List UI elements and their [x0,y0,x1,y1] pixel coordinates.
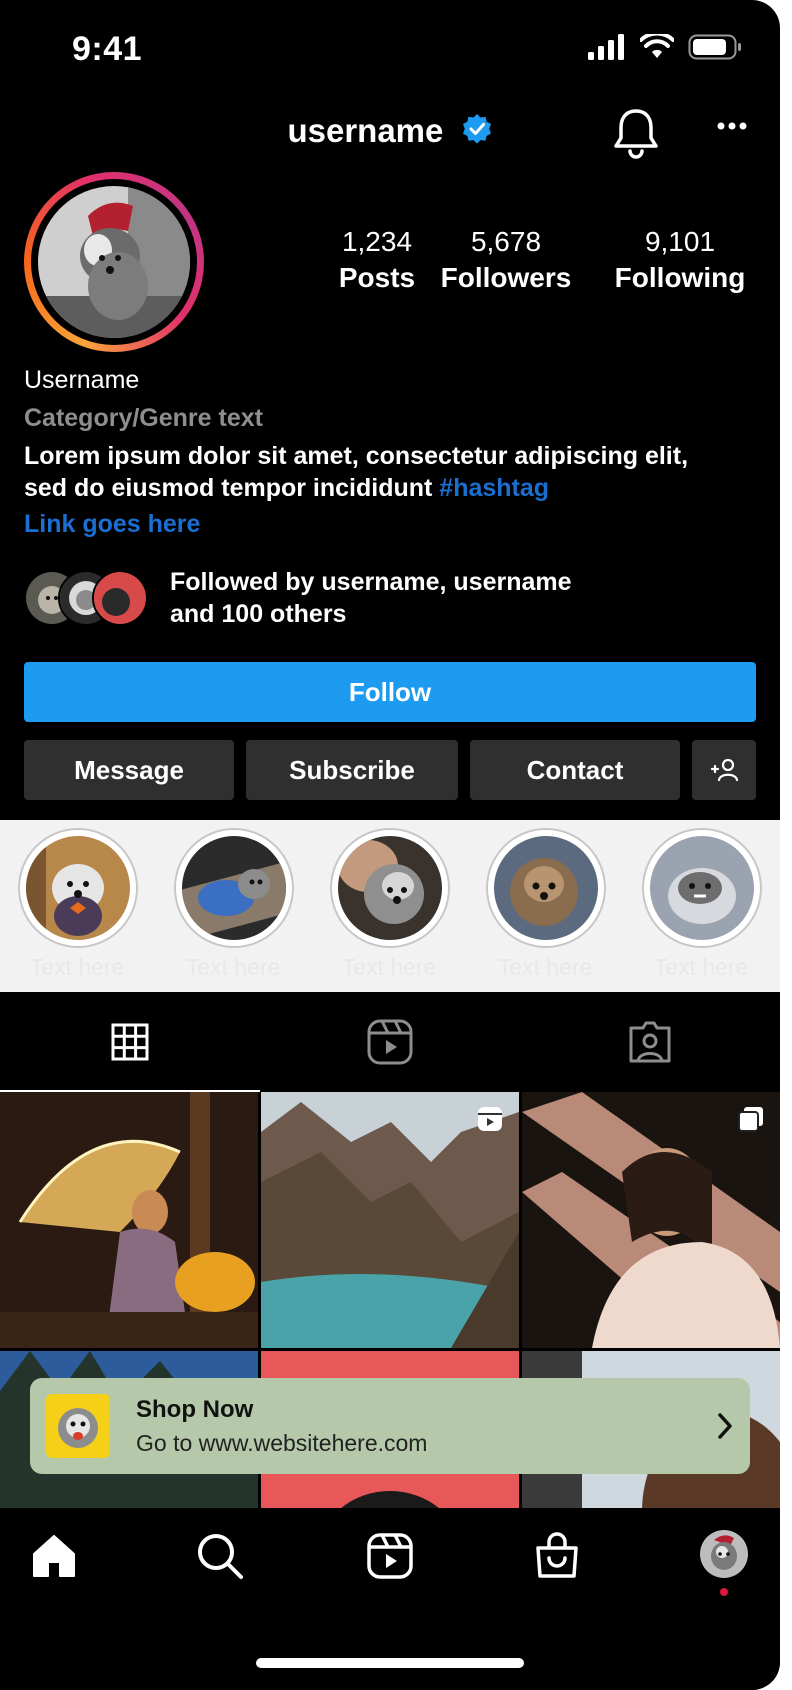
highlight-label: Text here [341,954,437,980]
message-button[interactable]: Message [24,740,234,800]
wifi-icon [640,34,674,58]
highlight-item[interactable]: Text here [330,828,450,981]
status-time: 9:41 [72,30,143,68]
nav-reels[interactable] [366,1532,414,1585]
profile-bio: Lorem ipsum dolor sit amet, consectetur … [24,440,744,504]
profile-avatar [700,1530,748,1578]
followed-by-text: Followed by username, username and 100 o… [170,566,572,630]
profile-avatar [38,186,190,338]
more-options-icon[interactable] [716,118,748,136]
follow-button[interactable]: Follow [24,662,756,722]
highlight-cover [338,836,442,940]
stat-posts[interactable]: 1,234 Posts [312,226,442,294]
profile-name: Username [24,366,140,394]
followed-by-line-2: and 100 others [170,600,347,628]
header-username[interactable]: username [0,112,780,153]
tab-tagged[interactable] [520,992,780,1092]
tagged-icon [629,1021,671,1063]
stat-posts-value: 1,234 [341,226,413,257]
tab-posts-grid[interactable] [0,992,260,1092]
bio-hashtag-link[interactable]: #hashtag [439,474,549,502]
profile-screen: 9:41 username 1,234 Posts 5,678 Follower… [0,0,780,1690]
tab-reels[interactable] [260,992,520,1092]
stat-followers-value: 5,678 [470,226,542,257]
verified-badge-icon [461,113,493,153]
chevron-right-icon [718,1413,732,1439]
nav-shop[interactable] [534,1532,580,1585]
highlight-cover [650,836,754,940]
bio-line-2: sed do eiusmod tempor incididunt #hashta… [24,472,744,504]
stat-following[interactable]: 9,101 Following [610,226,750,294]
highlight-item[interactable]: Text here [18,828,138,981]
reels-icon [367,1019,413,1065]
post-thumbnail[interactable] [0,1092,258,1348]
highlight-label: Text here [185,954,281,980]
carousel-indicator-icon [738,1107,763,1132]
follower-avatar [92,570,148,626]
content-tabs [0,992,780,1092]
followed-by[interactable]: Followed by username, username and 100 o… [24,566,572,630]
story-highlights: Text here Text here Text here Text here [0,820,780,992]
highlight-item[interactable]: Text here [486,828,606,981]
highlight-label: Text here [653,954,749,980]
profile-category: Category/Genre text [24,404,263,432]
suggested-users-button[interactable] [692,740,756,800]
profile-link[interactable]: Link goes here [24,510,744,539]
shop-icon [536,1532,578,1578]
stat-posts-label: Posts [338,262,416,293]
add-person-icon [710,758,739,782]
signal-icon [588,34,624,60]
highlight-item[interactable]: Text here [174,828,294,981]
home-icon [33,1535,75,1577]
nav-home[interactable] [30,1532,78,1585]
highlight-label: Text here [29,954,125,980]
nav-profile[interactable] [700,1530,748,1596]
reel-indicator-icon [478,1107,502,1131]
bio-line-2-text: sed do eiusmod tempor incididunt [24,474,440,502]
highlight-label: Text here [497,954,593,980]
shop-now-banner[interactable]: Shop Now Go to www.websitehere.com [30,1378,750,1474]
stat-following-label: Following [614,262,746,293]
stat-followers[interactable]: 5,678 Followers [436,226,576,294]
profile-header: username [0,100,780,164]
profile-avatar-story-ring[interactable] [24,172,204,352]
nav-search[interactable] [196,1532,244,1585]
search-icon [198,1534,243,1579]
notifications-bell-icon[interactable] [610,106,662,165]
shop-banner-thumbnail [46,1394,110,1458]
subscribe-button[interactable]: Subscribe [246,740,458,800]
post-thumbnail[interactable] [261,1092,519,1348]
highlight-cover [182,836,286,940]
stat-followers-label: Followers [440,262,572,293]
home-indicator[interactable] [256,1658,524,1668]
battery-icon [688,34,741,60]
shop-banner-subtitle: Go to www.websitehere.com [136,1430,428,1456]
reels-icon [367,1533,413,1579]
status-bar: 9:41 [0,0,780,100]
followed-by-line-1: Followed by username, username [170,568,572,596]
status-icons [588,34,742,60]
post-thumbnail[interactable] [522,1092,780,1348]
stat-following-value: 9,101 [644,226,716,257]
highlight-item[interactable]: Text here [642,828,762,981]
highlight-cover [26,836,130,940]
header-username-text: username [287,112,444,149]
notification-dot [720,1588,728,1596]
bio-line-1: Lorem ipsum dolor sit amet, consectetur … [24,442,689,470]
contact-button[interactable]: Contact [470,740,680,800]
highlight-cover [494,836,598,940]
shop-banner-title: Shop Now [136,1396,254,1423]
grid-icon [111,1023,149,1061]
